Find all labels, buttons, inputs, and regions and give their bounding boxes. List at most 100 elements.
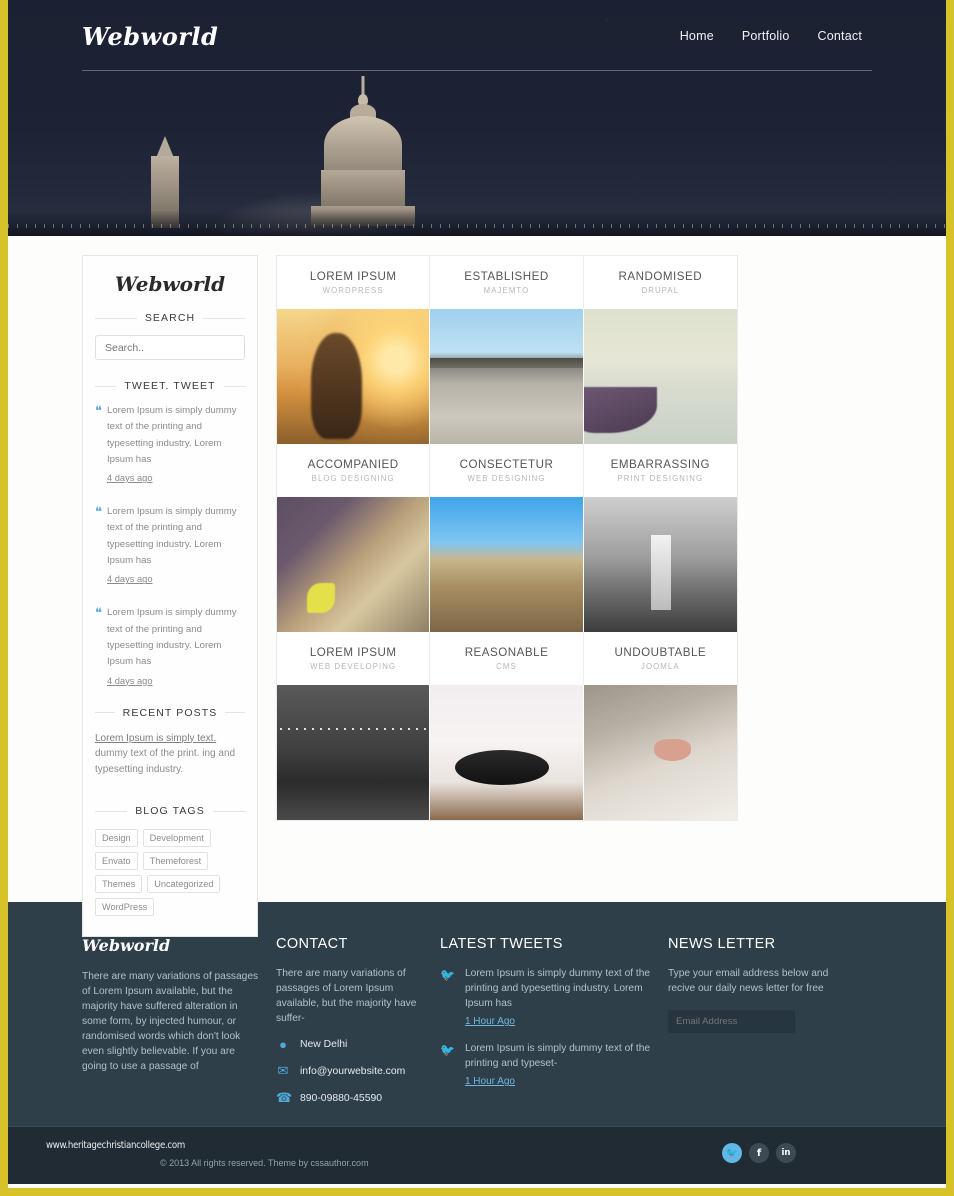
portfolio-caption[interactable]: REASONABLE CMS — [430, 632, 584, 685]
nav-item-home[interactable]: Home — [680, 29, 714, 43]
hero-header: Webworld Home Portfolio Contact — [8, 0, 946, 236]
nav-item-portfolio[interactable]: Portfolio — [742, 29, 790, 43]
tag-item[interactable]: Envato — [95, 852, 138, 871]
portfolio-caption[interactable]: LOREM IPSUM WEB DEVELOPING — [277, 632, 431, 685]
portfolio-subtitle: BLOG DESIGNING — [311, 474, 395, 483]
envelope-icon: ✉ — [277, 1063, 289, 1078]
blog-tags-widget: BLOG TAGS Design Development Envato Them… — [95, 805, 245, 917]
newsletter-email-input[interactable] — [668, 1010, 795, 1033]
skyline-lights-graphic — [8, 224, 946, 228]
portfolio-caption[interactable]: EMBARRASSING PRINT DESIGNING — [583, 444, 737, 497]
skyline-graphic — [8, 210, 946, 236]
twitter-icon[interactable]: 🐦 — [722, 1143, 742, 1163]
contact-email[interactable]: info@yourwebsite.com — [300, 1066, 405, 1077]
footer-tweet-text: Lorem Ipsum is simply dummy text of the … — [464, 1043, 651, 1069]
footer-tweet-item: 🐦 Lorem Ipsum is simply dummy text of th… — [440, 1041, 652, 1089]
portfolio-title: REASONABLE — [464, 646, 549, 659]
footer-contact-title: CONTACT — [276, 936, 348, 952]
portfolio-caption[interactable]: ACCOMPANIED BLOG DESIGNING — [277, 444, 431, 497]
portfolio-title: LOREM IPSUM — [309, 646, 397, 659]
phone-icon: ☎ — [276, 1090, 293, 1105]
quote-icon: ❝ — [95, 606, 102, 622]
recent-post-link[interactable]: Lorem Ipsum is simply text. — [95, 733, 216, 744]
portfolio-title: RANDOMISED — [618, 270, 703, 283]
turntable-stylus-photo — [430, 685, 583, 820]
footer-tweet-item: 🐦 Lorem Ipsum is simply dummy text of th… — [440, 966, 652, 1029]
site-logo[interactable]: Webworld — [82, 22, 218, 51]
footer-tweet-timestamp[interactable]: 1 Hour Ago — [465, 1076, 515, 1087]
brooklyn-bridge-night-photo — [277, 685, 430, 820]
newsletter-text: Type your email address below and recive… — [668, 968, 829, 994]
portfolio-title: LOREM IPSUM — [309, 270, 397, 283]
tag-item[interactable]: Themeforest — [142, 852, 209, 871]
portfolio-thumbnail[interactable] — [277, 685, 431, 820]
twitter-bird-icon: 🐦 — [440, 968, 455, 982]
recent-posts-widget: RECENT POSTS Lorem Ipsum is simply text.… — [95, 707, 245, 778]
main-content: Webworld SEARCH TWEET. TWEET ❝ Lorem Ips… — [82, 236, 872, 938]
tweet-timestamp[interactable]: 4 days ago — [107, 574, 153, 584]
footer-logo: Webworld — [82, 936, 171, 955]
recent-post-rest: dummy text of the print. ing and typeset… — [95, 748, 236, 775]
desert-mountain-photo — [430, 497, 583, 632]
portfolio-caption[interactable]: LOREM IPSUM WORDPRESS — [277, 256, 431, 309]
portfolio-thumbnail[interactable] — [583, 309, 737, 444]
portfolio-subtitle: DRUPAL — [641, 286, 680, 295]
search-input[interactable] — [95, 335, 245, 360]
quote-icon: ❝ — [95, 404, 102, 419]
tweet-text: Lorem Ipsum is simply dummy text of the … — [107, 506, 237, 567]
navigation-bar: Webworld Home Portfolio Contact — [82, 14, 872, 58]
footer-tweet-text: Lorem Ipsum is simply dummy text of the … — [464, 968, 651, 1009]
portfolio-subtitle: MAJEMTO — [483, 286, 530, 295]
twitter-bird-icon: 🐦 — [440, 1043, 455, 1057]
facebook-icon[interactable]: f — [749, 1143, 769, 1163]
rocky-path-yellow-leaf-photo — [277, 497, 430, 632]
tag-item[interactable]: Themes — [95, 875, 143, 894]
nav-item-contact[interactable]: Contact — [818, 29, 862, 43]
tweet-item: ❝ Lorem Ipsum is simply dummy text of th… — [95, 605, 245, 688]
st-pauls-dome-graphic — [308, 76, 418, 226]
portfolio-thumbnail[interactable] — [430, 685, 584, 820]
tag-item[interactable]: Uncategorized — [147, 875, 221, 894]
sunset-portrait-photo — [277, 309, 430, 444]
site-url-watermark: www.heritagechristiancollege.com — [46, 1140, 185, 1151]
main-nav: Home Portfolio Contact — [680, 29, 872, 43]
portfolio-thumbnail[interactable] — [583, 497, 737, 632]
portfolio-subtitle: JOOMLA — [640, 662, 680, 671]
bottom-bar: www.heritagechristiancollege.com © 2013 … — [8, 1126, 946, 1184]
portfolio-thumbnail[interactable] — [277, 497, 431, 632]
map-pin-icon: ● — [279, 1037, 287, 1052]
portfolio-title: EMBARRASSING — [610, 458, 711, 471]
portfolio-thumbnail[interactable] — [583, 685, 737, 820]
portfolio-subtitle: WEB DEVELOPING — [310, 662, 397, 671]
portfolio-caption[interactable]: UNDOUBTABLE JOOMLA — [583, 632, 737, 685]
tag-item[interactable]: WordPress — [95, 898, 155, 917]
footer-tweet-timestamp[interactable]: 1 Hour Ago — [465, 1016, 515, 1027]
portfolio-subtitle: WORDPRESS — [322, 286, 384, 295]
header-divider — [82, 70, 872, 71]
contact-email-line[interactable]: ✉ info@yourwebsite.com — [276, 1063, 424, 1079]
footer-contact-text: There are many variations of passages of… — [276, 968, 417, 1024]
tag-item[interactable]: Design — [95, 829, 138, 848]
tag-list: Design Development Envato Themeforest Th… — [95, 829, 245, 917]
contact-phone-line[interactable]: ☎ 890-09880-45590 — [276, 1090, 424, 1106]
portfolio-thumbnail[interactable] — [430, 309, 584, 444]
tweet-item: ❝ Lorem Ipsum is simply dummy text of th… — [95, 403, 245, 486]
portfolio-subtitle: CMS — [496, 662, 517, 671]
recent-post-item[interactable]: Lorem Ipsum is simply text. dummy text o… — [95, 731, 245, 778]
moored-boat-lake-photo — [583, 309, 737, 444]
portfolio-thumbnail[interactable] — [430, 497, 584, 632]
tweet-timestamp[interactable]: 4 days ago — [107, 676, 153, 686]
portfolio-caption[interactable]: ESTABLISHED MAJEMTO — [430, 256, 584, 309]
footer-about-text: There are many variations of passages of… — [82, 971, 259, 1072]
portfolio-subtitle: PRINT DESIGNING — [617, 474, 704, 483]
portfolio-thumbnail[interactable] — [277, 309, 431, 444]
blog-tags-title: BLOG TAGS — [95, 805, 245, 817]
contact-phone[interactable]: 890-09880-45590 — [300, 1093, 382, 1104]
linkedin-icon[interactable]: in — [776, 1143, 796, 1163]
portfolio-caption[interactable]: CONSECTETUR WEB DESIGNING — [430, 444, 584, 497]
tweet-widget-title: TWEET. TWEET — [95, 380, 245, 392]
tag-item[interactable]: Development — [142, 829, 211, 848]
portfolio-caption[interactable]: RANDOMISED DRUPAL — [583, 256, 737, 309]
tweet-timestamp[interactable]: 4 days ago — [107, 473, 153, 483]
page-frame: Webworld Home Portfolio Contact Webworld… — [0, 0, 954, 1196]
